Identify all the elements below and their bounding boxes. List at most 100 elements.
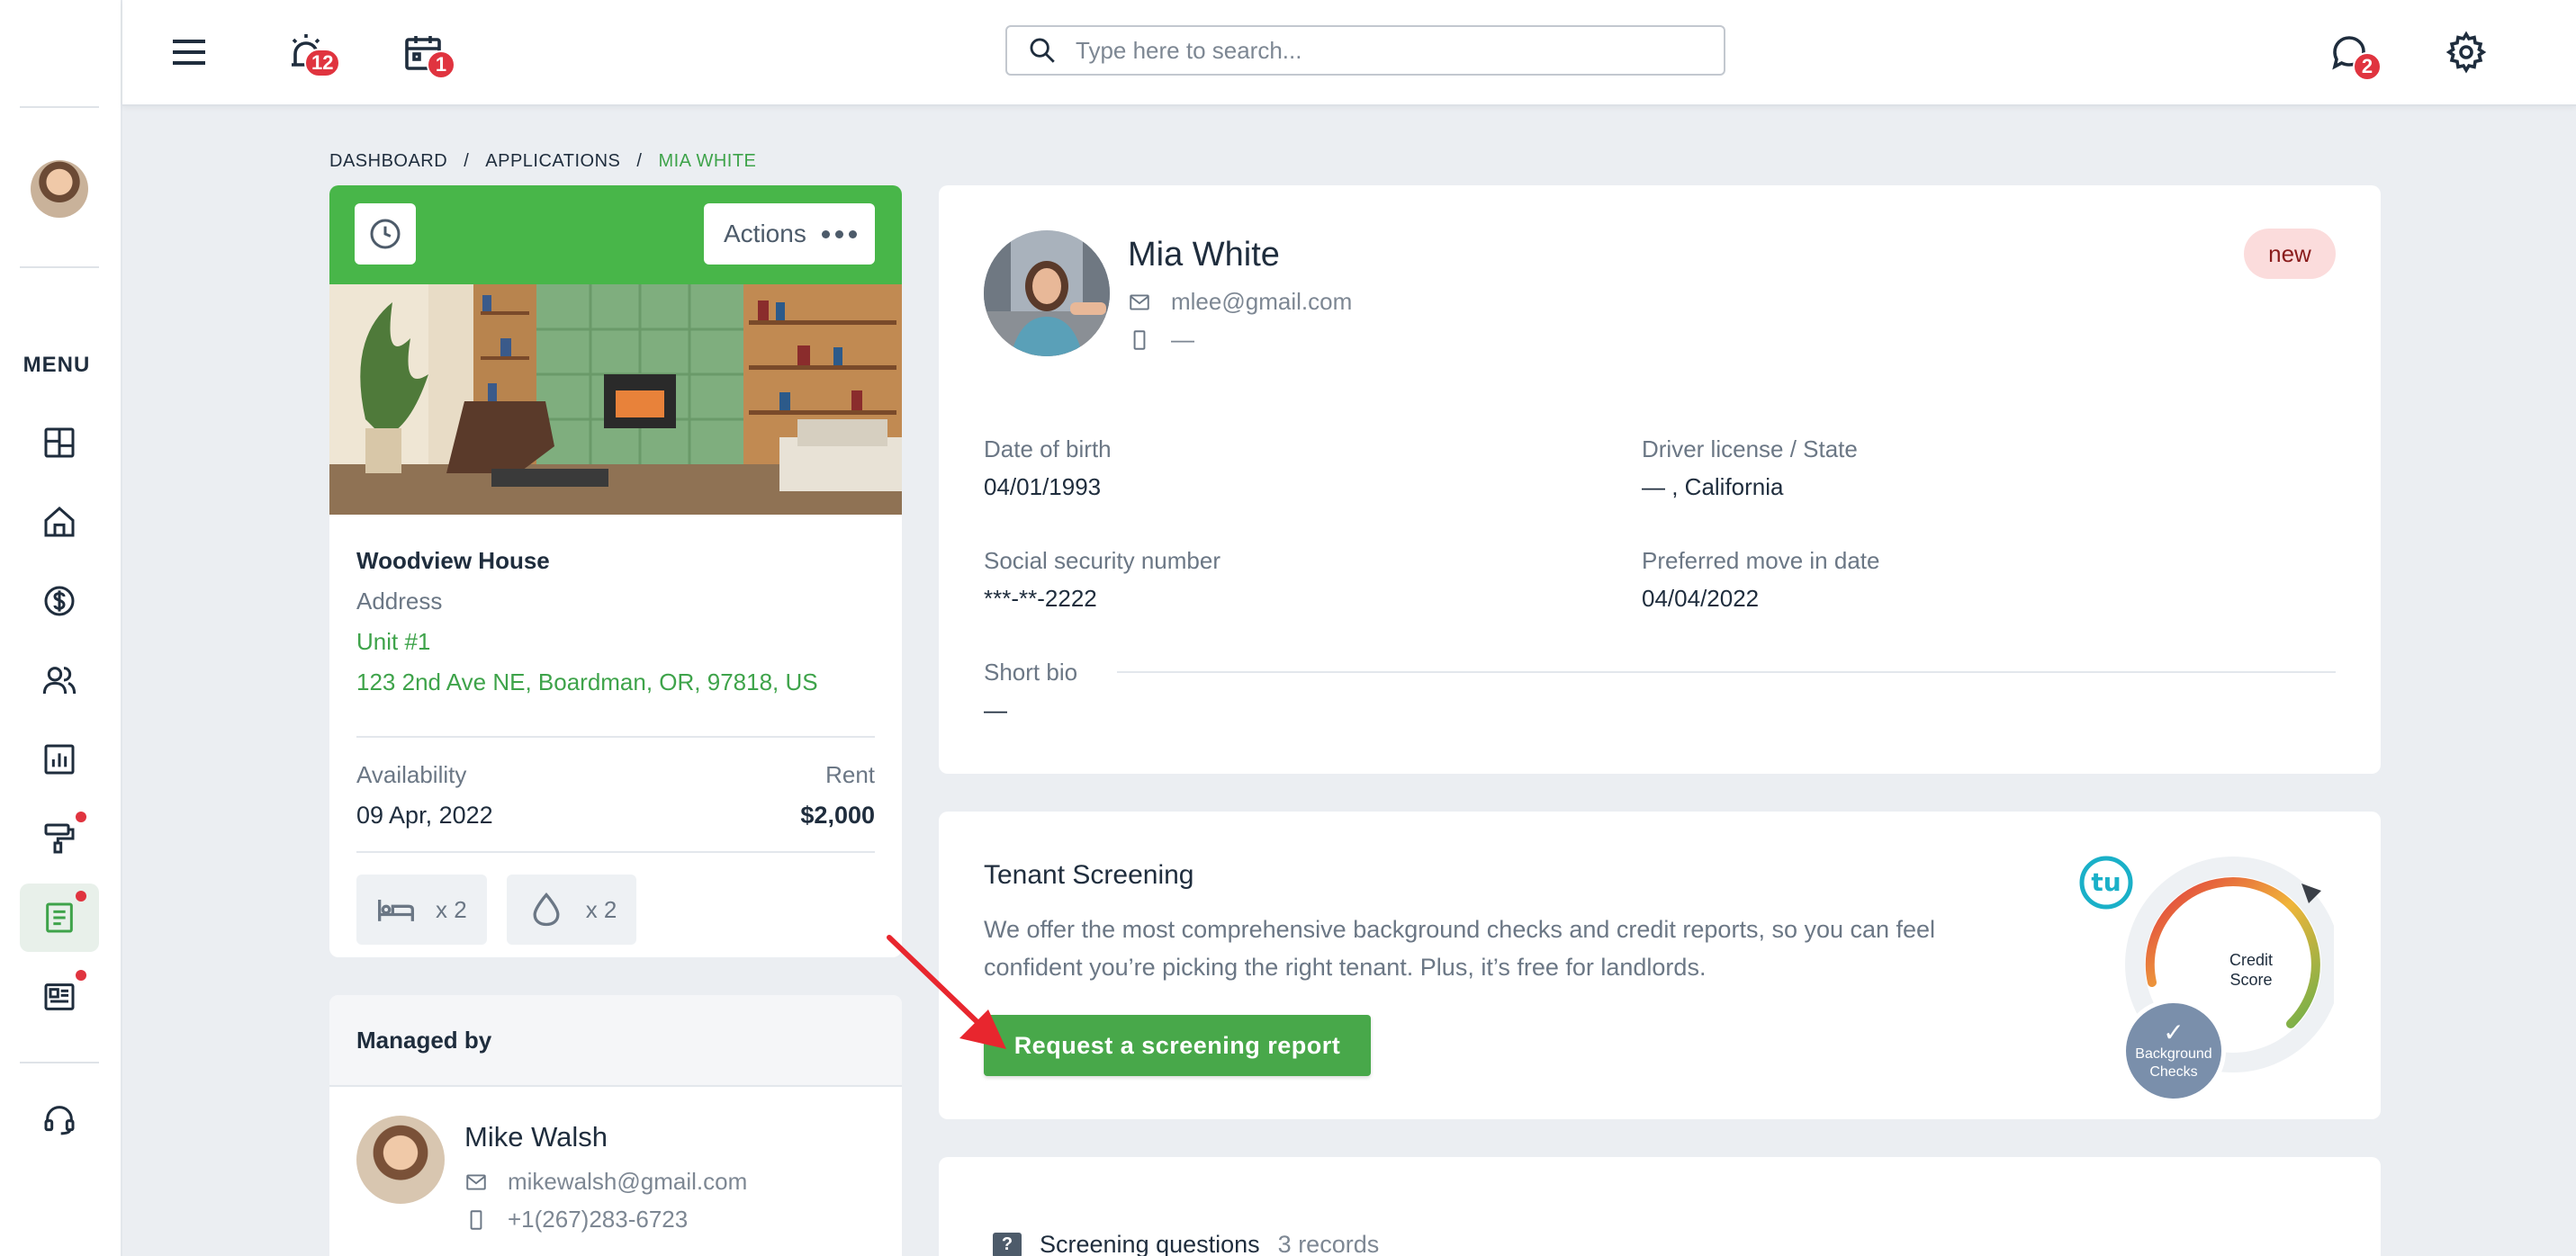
question-icon: ?	[993, 1232, 1022, 1256]
checks-label: Checks	[2149, 1064, 2198, 1080]
mail-icon	[466, 1173, 486, 1190]
screening-description: We offer the most comprehensive backgrou…	[984, 916, 1936, 981]
license-label: Driver license / State	[1642, 435, 1858, 462]
home-icon	[44, 506, 75, 537]
sidebar-item-support[interactable]	[20, 1085, 99, 1153]
divider	[356, 736, 875, 738]
user-avatar[interactable]	[31, 160, 88, 218]
breadcrumb-dashboard[interactable]: DASHBOARD	[329, 151, 447, 172]
history-button[interactable]	[355, 203, 416, 265]
sidebar-item-maintenance[interactable]	[20, 804, 99, 873]
notification-dot	[76, 891, 86, 902]
menu-label: MENU	[23, 353, 91, 377]
breadcrumb-separator: /	[636, 151, 643, 171]
manager-email-row: mikewalsh@gmail.com	[464, 1168, 747, 1196]
manager-avatar	[356, 1116, 445, 1204]
calendar-badge: 1	[427, 50, 455, 79]
applicant-phone-row: —	[1128, 326, 1194, 354]
screening-questions-card: ? Screening questions 3 records	[939, 1157, 2381, 1256]
sidebar-item-applications[interactable]	[20, 884, 99, 952]
bed-icon	[378, 900, 414, 921]
sidebar-item-people[interactable]	[20, 646, 99, 714]
managed-by-title: Managed by	[329, 995, 902, 1087]
divider	[356, 851, 875, 853]
property-card-header: Actions	[329, 185, 902, 284]
actions-label: Actions	[724, 220, 806, 247]
document-icon	[46, 902, 73, 933]
screening-questions-title: Screening questions	[1040, 1231, 1260, 1256]
dob-value: 04/01/1993	[984, 473, 1102, 500]
search-input[interactable]	[1076, 36, 1688, 65]
property-photo	[329, 284, 902, 515]
move-in-value: 04/04/2022	[1642, 585, 1760, 612]
newspaper-icon	[44, 983, 75, 1010]
hamburger-menu-button[interactable]	[162, 25, 216, 79]
dashboard-icon	[44, 427, 75, 458]
phone-icon	[1133, 329, 1146, 350]
dollar-icon	[44, 586, 75, 616]
calendar-button[interactable]: 1	[396, 25, 455, 79]
availability-value: 09 Apr, 2022	[356, 802, 493, 829]
breadcrumb: DASHBOARD / APPLICATIONS / MIA WHITE	[329, 151, 756, 172]
breadcrumb-applications[interactable]: APPLICATIONS	[485, 151, 620, 172]
unit-link[interactable]: Unit #1	[356, 628, 875, 656]
check-icon: ✓	[2163, 1018, 2184, 1046]
move-in-label: Preferred move in date	[1642, 547, 1880, 574]
rent-label: Rent	[825, 761, 875, 788]
chart-icon	[44, 744, 75, 775]
manager-email[interactable]: mikewalsh@gmail.com	[508, 1168, 747, 1196]
sidebar-item-home[interactable]	[20, 488, 99, 556]
screening-title: Tenant Screening	[984, 860, 1194, 890]
ssn-value: ***-**-2222	[984, 585, 1097, 612]
availability-label: Availability	[356, 761, 467, 788]
living-room-image	[329, 284, 902, 515]
chat-button[interactable]: 2	[2322, 25, 2382, 81]
clock-icon	[370, 219, 401, 249]
managed-by-card: Managed by Mike Walsh mikewalsh@gmail.co…	[329, 995, 902, 1256]
applicant-phone: —	[1171, 326, 1194, 353]
bedrooms-chip: x 2	[356, 875, 487, 945]
transunion-logo-text: tu	[2091, 867, 2121, 897]
more-dots-icon	[822, 229, 857, 238]
manager-phone[interactable]: +1(267)283-6723	[508, 1206, 688, 1234]
applicant-card: Mia White mlee@gmail.com — new Date of b…	[939, 185, 2381, 774]
actions-button[interactable]: Actions	[704, 203, 875, 265]
request-screening-button[interactable]: Request a screening report	[984, 1015, 1371, 1076]
breadcrumb-separator: /	[464, 151, 470, 171]
status-badge: new	[2244, 229, 2336, 279]
gear-icon	[2445, 31, 2487, 74]
manager-phone-row: +1(267)283-6723	[464, 1206, 688, 1234]
sidebar-item-dashboard[interactable]	[20, 408, 99, 477]
alarm-button[interactable]: 12	[279, 25, 341, 79]
sidebar-item-finance[interactable]	[20, 567, 99, 635]
dob-label: Date of birth	[984, 435, 1112, 462]
hamburger-icon	[173, 40, 205, 65]
applicant-email[interactable]: mlee@gmail.com	[1171, 288, 1352, 316]
alarm-badge: 12	[304, 49, 341, 77]
top-header: 12 1 2	[122, 0, 2576, 106]
tenant-screening-card: Tenant Screening We offer the most compr…	[939, 812, 2381, 1119]
sidebar-item-listings[interactable]	[20, 963, 99, 1031]
applicant-name: Mia White	[1128, 236, 1280, 274]
address-label: Address	[356, 588, 443, 615]
notification-dot	[76, 812, 86, 822]
rent-value: $2,000	[800, 802, 875, 829]
screening-questions-header[interactable]: ? Screening questions 3 records	[993, 1231, 1379, 1256]
sidebar: MENU	[0, 0, 122, 1256]
sidebar-item-reports[interactable]	[20, 725, 99, 794]
manager-name[interactable]: Mike Walsh	[464, 1121, 608, 1153]
sidebar-divider	[20, 266, 99, 268]
support-headset-icon	[44, 1106, 75, 1135]
background-label: Background	[2135, 1046, 2212, 1062]
users-icon	[42, 667, 77, 695]
red-arrow-annotation	[887, 935, 1006, 1049]
settings-button[interactable]	[2439, 25, 2493, 79]
bio-label: Short bio	[984, 659, 1078, 686]
applicant-email-row: mlee@gmail.com	[1128, 288, 1352, 316]
chat-badge: 2	[2353, 52, 2382, 81]
property-name[interactable]: Woodview House	[356, 547, 875, 575]
sidebar-divider	[20, 1062, 99, 1063]
bathrooms-chip: x 2	[506, 875, 637, 945]
search-box[interactable]	[1005, 25, 1725, 76]
address-link[interactable]: 123 2nd Ave NE, Boardman, OR, 97818, US	[356, 668, 875, 696]
